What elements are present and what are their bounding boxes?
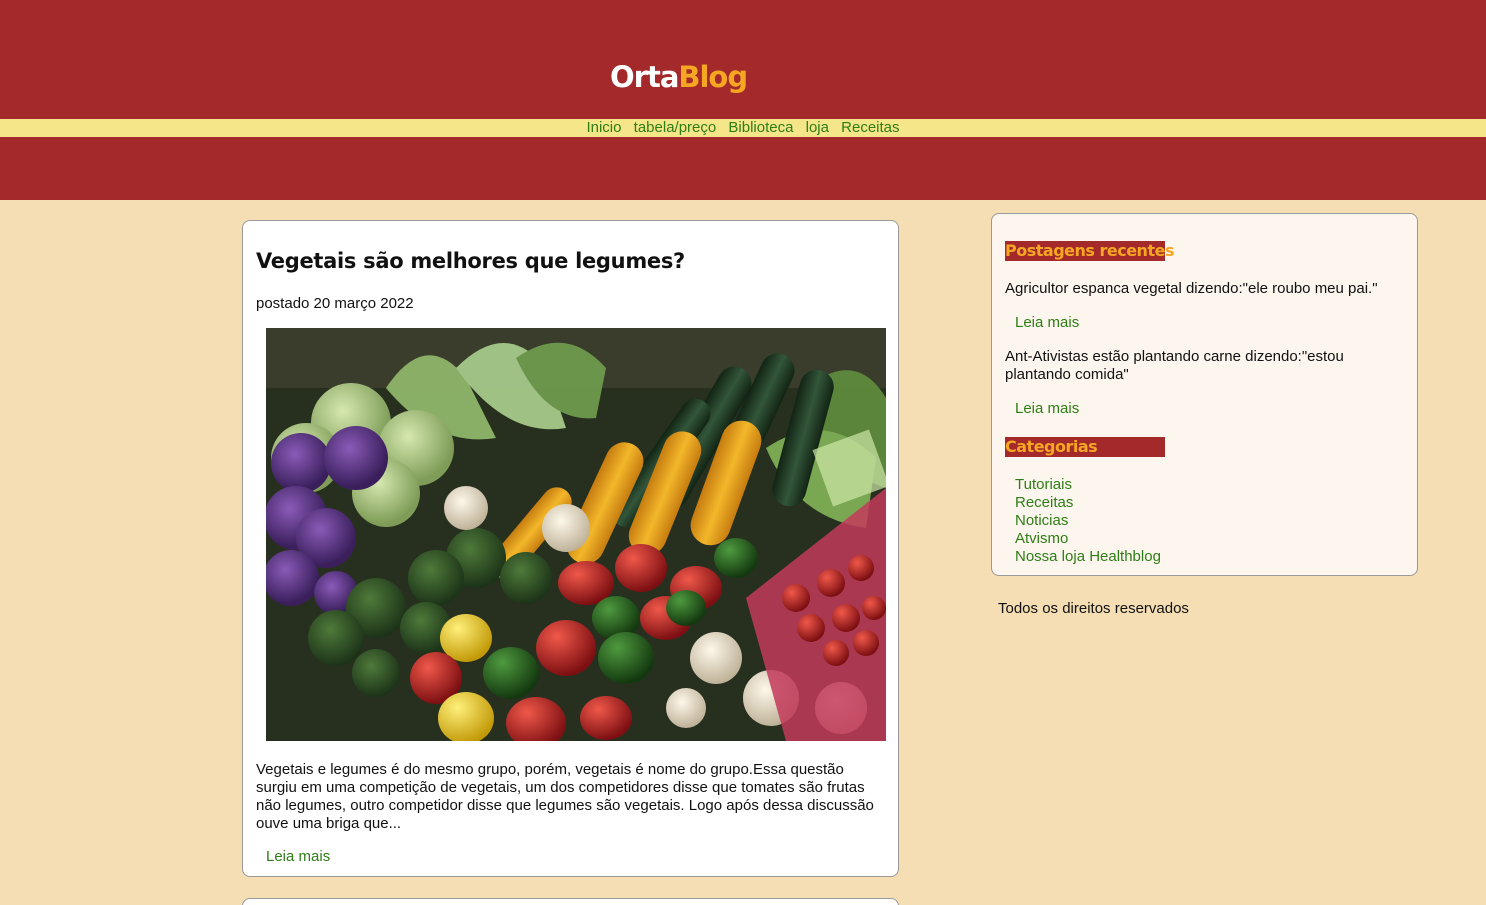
category-link-tutoriais[interactable]: Tutoriais xyxy=(1015,476,1072,493)
list-item: Atvismo xyxy=(1015,530,1161,548)
next-post-card xyxy=(242,898,899,905)
category-link-noticias[interactable]: Noticias xyxy=(1015,512,1068,529)
categories-list: Tutoriais Receitas Noticias Atvismo Noss… xyxy=(1015,476,1161,566)
recent-posts-heading: Postagens recentes xyxy=(1005,241,1174,261)
site-header: OrtaBlog Inicio tabela/preço Biblioteca … xyxy=(0,0,1486,200)
copyright-text: Todos os direitos reservados xyxy=(998,600,1189,617)
post-card: Vegetais são melhores que legumes? posta… xyxy=(242,220,899,877)
list-item: Receitas xyxy=(1015,494,1161,512)
site-logo[interactable]: OrtaBlog xyxy=(610,60,748,94)
category-link-nossa-loja[interactable]: Nossa loja Healthblog xyxy=(1015,548,1161,565)
category-link-receitas[interactable]: Receitas xyxy=(1015,494,1073,511)
recent-post-title: Agricultor espanca vegetal dizendo:"ele … xyxy=(1005,280,1378,297)
main-nav: Inicio tabela/preço Biblioteca loja Rece… xyxy=(0,119,1486,137)
post-title[interactable]: Vegetais são melhores que legumes? xyxy=(256,249,685,273)
list-item: Noticias xyxy=(1015,512,1161,530)
list-item: Nossa loja Healthblog xyxy=(1015,548,1161,566)
post-image-vegetables xyxy=(266,328,886,741)
nav-item-receitas[interactable]: Receitas xyxy=(841,119,899,136)
post-date: postado 20 março 2022 xyxy=(256,295,414,312)
nav-item-inicio[interactable]: Inicio xyxy=(586,119,621,136)
categories-heading: Categorias xyxy=(1005,437,1165,457)
sidebar: Postagens recentes Agricultor espanca ve… xyxy=(991,213,1418,576)
post-read-more-link[interactable]: Leia mais xyxy=(266,848,330,865)
nav-item-loja[interactable]: loja xyxy=(806,119,829,136)
nav-item-biblioteca[interactable]: Biblioteca xyxy=(728,119,793,136)
nav-item-tabela-preco[interactable]: tabela/preço xyxy=(634,119,717,136)
recent-post-title: Ant-Ativistas estão plantando carne dize… xyxy=(1005,348,1344,383)
vegetables-photo xyxy=(266,328,886,741)
category-link-atvismo[interactable]: Atvismo xyxy=(1015,530,1068,547)
logo-orta: Orta xyxy=(610,60,679,94)
logo-blog: Blog xyxy=(678,60,748,94)
post-excerpt: Vegetais e legumes é do mesmo grupo, por… xyxy=(256,761,874,832)
recent-post-read-more-link[interactable]: Leia mais xyxy=(1015,400,1079,417)
list-item: Tutoriais xyxy=(1015,476,1161,494)
recent-post-read-more-link[interactable]: Leia mais xyxy=(1015,314,1079,331)
